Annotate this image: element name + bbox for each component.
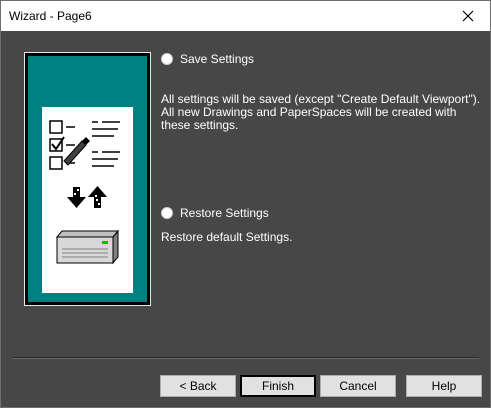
separator	[13, 357, 479, 359]
close-button[interactable]	[445, 1, 490, 31]
restore-settings-label: Restore Settings	[180, 206, 269, 220]
checklist-icon	[49, 120, 120, 170]
finish-button[interactable]: Finish	[240, 375, 316, 397]
restore-settings-option[interactable]: Restore Settings	[161, 205, 269, 221]
wizard-window: Wizard - Page6 Save Settings All setting…	[0, 0, 491, 408]
close-icon	[462, 10, 473, 22]
restore-settings-description: Restore default Settings.	[161, 230, 293, 244]
save-settings-option[interactable]: Save Settings	[161, 51, 254, 67]
help-button[interactable]: Help	[406, 375, 482, 397]
transfer-arrows-icon	[67, 185, 107, 208]
title-bar: Wizard - Page6	[1, 1, 490, 31]
save-settings-description: All settings will be saved (except "Crea…	[161, 92, 481, 132]
save-settings-radio[interactable]	[161, 53, 173, 65]
disk-drive-icon	[55, 229, 120, 265]
wizard-content: Save Settings All settings will be saved…	[1, 31, 490, 407]
back-button[interactable]: < Back	[160, 375, 236, 397]
restore-settings-radio[interactable]	[161, 207, 173, 219]
cancel-button[interactable]: Cancel	[320, 375, 396, 397]
window-title: Wizard - Page6	[9, 9, 92, 23]
save-settings-label: Save Settings	[180, 52, 255, 66]
wizard-illustration	[24, 52, 151, 306]
